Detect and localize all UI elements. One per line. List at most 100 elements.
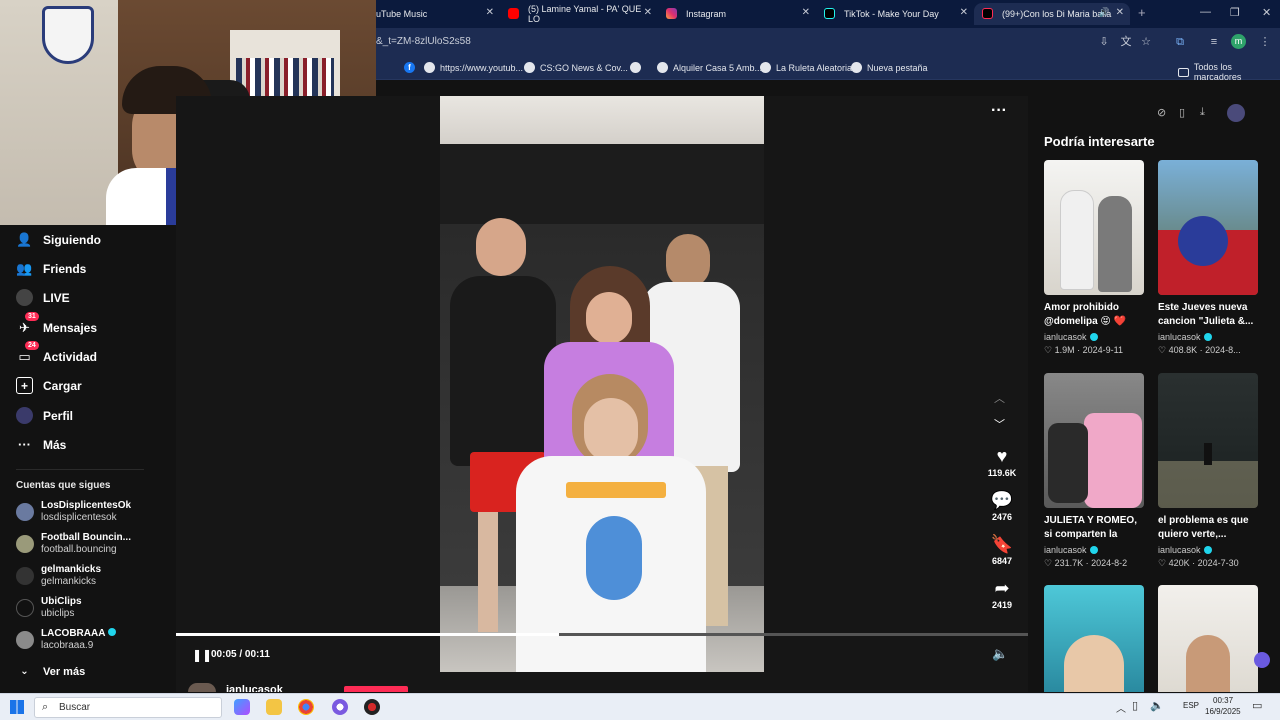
bookmark-item[interactable]: Alquiler Casa 5 Amb... <box>657 62 762 73</box>
volume-icon[interactable]: 🔈 <box>992 646 1008 662</box>
close-icon[interactable]: ✕ <box>1116 7 1124 18</box>
bookmark-item[interactable] <box>630 62 641 73</box>
nav-more[interactable]: ··· Más <box>16 436 66 453</box>
nav-messages[interactable]: ✈ 31 Mensajes <box>16 312 97 336</box>
bookmark-item[interactable]: La Ruleta Aleatoria <box>760 62 852 73</box>
chevron-down-icon: ⌄ <box>20 666 29 677</box>
author-avatar[interactable] <box>188 683 216 692</box>
media-control-icon[interactable]: ≡ <box>1208 36 1220 48</box>
video-author: ianlucasok <box>1044 332 1144 342</box>
url-text[interactable]: &_t=ZM-8zlUloS2s58 <box>376 36 471 47</box>
kebab-menu-icon[interactable]: ⋮ <box>1259 36 1271 48</box>
bookmark-icon: 🔖 <box>990 534 1014 554</box>
close-icon[interactable]: ✕ <box>644 7 652 18</box>
account-item[interactable]: UbiClips ubiclips <box>16 596 82 620</box>
file-explorer-icon[interactable] <box>266 699 282 715</box>
follow-button[interactable] <box>344 686 408 692</box>
clock-date[interactable]: 16/9/2025 <box>1205 707 1241 716</box>
verified-icon <box>1089 546 1098 554</box>
video-frame[interactable] <box>440 96 764 672</box>
time-display: 00:05 / 00:11 <box>211 649 270 660</box>
bookmark-item[interactable]: CS:GO News & Cov... <box>524 62 628 73</box>
phone-icon[interactable]: ▯ <box>1179 106 1185 119</box>
like-button[interactable]: ♥ 119.6K <box>984 446 1020 478</box>
more-options-icon[interactable]: ··· <box>991 102 1007 120</box>
all-bookmarks[interactable]: Todos los marcadores <box>1178 62 1280 82</box>
see-more-button[interactable]: ⌄ Ver más <box>16 663 85 680</box>
download-icon[interactable]: ⤓ <box>1200 106 1205 119</box>
pause-icon[interactable]: ❚❚ <box>192 648 212 662</box>
recommended-video-card[interactable]: JULIETA Y ROMEO, si comparten la sacol..… <box>1044 373 1144 569</box>
bookmark-star-icon[interactable]: ☆ <box>1140 36 1152 48</box>
progress-track[interactable] <box>176 633 1028 636</box>
account-item[interactable]: LosDisplicentesOk losdisplicentesok <box>16 500 131 524</box>
restore-icon[interactable]: ❐ <box>1230 6 1240 19</box>
account-item[interactable]: Football Bouncin... football.bouncing <box>16 532 131 556</box>
user-avatar[interactable] <box>1227 104 1245 122</box>
speaker-icon[interactable]: 🔊 <box>1099 7 1110 18</box>
recommended-video-card[interactable]: Este Jueves nueva cancion "Julieta &... … <box>1158 160 1258 356</box>
verified-icon <box>1203 333 1212 341</box>
chrome-profile-icon[interactable] <box>332 699 348 715</box>
video-thumbnail <box>1158 373 1258 508</box>
close-icon[interactable]: ✕ <box>486 7 494 18</box>
video-author: ianlucasok <box>1158 332 1258 342</box>
nav-live[interactable]: LIVE <box>16 289 70 306</box>
close-icon[interactable]: ✕ <box>960 7 968 18</box>
tab-instagram[interactable]: Instagram ✕ <box>658 3 816 25</box>
recommended-video-card[interactable] <box>1158 585 1258 692</box>
recommended-video-card[interactable]: el problema es que quiero verte,... ianl… <box>1158 373 1258 569</box>
language-indicator[interactable]: ESP <box>1183 701 1199 710</box>
speaker-tray-icon[interactable]: 🔈 <box>1150 699 1164 712</box>
taskbar-search[interactable]: ⌕ Buscar <box>34 697 222 718</box>
minimize-icon[interactable]: — <box>1200 6 1211 18</box>
verified-icon <box>107 628 116 636</box>
window-close-icon[interactable]: ✕ <box>1262 6 1271 19</box>
close-icon[interactable]: ✕ <box>802 7 810 18</box>
account-item[interactable]: LACOBRAAA lacobraaa.9 <box>16 628 116 652</box>
author-name[interactable]: ianlucasok <box>226 684 283 692</box>
chevron-down-icon[interactable]: ﹀ <box>994 416 1005 432</box>
profile-icon <box>16 407 33 424</box>
install-app-icon[interactable]: ⇩ <box>1098 36 1110 48</box>
recommended-video-card[interactable]: Amor prohibido @domelipa 😝 ❤️ ianlucasok… <box>1044 160 1144 356</box>
globe-icon <box>657 62 668 73</box>
copilot-icon[interactable] <box>234 699 250 715</box>
divider <box>16 469 144 470</box>
account-item[interactable]: gelmankicks gelmankicks <box>16 564 101 588</box>
floating-extension-icon[interactable] <box>1254 652 1270 668</box>
save-button[interactable]: 🔖 6847 <box>984 534 1020 566</box>
share-icon: ➦ <box>994 578 1010 598</box>
notification-icon[interactable]: ▭ <box>1252 699 1262 712</box>
chevron-up-icon[interactable]: ︿ <box>994 390 1005 406</box>
nav-profile[interactable]: Perfil <box>16 407 73 424</box>
tab-tiktok[interactable]: TikTok - Make Your Day ✕ <box>816 3 974 25</box>
chrome-icon[interactable] <box>298 699 314 715</box>
nav-friends[interactable]: 👥 Friends <box>16 260 86 277</box>
more-icon: ··· <box>18 437 31 452</box>
embed-icon[interactable]: ⊘ <box>1157 106 1166 119</box>
network-icon[interactable]: ▯ <box>1132 699 1138 712</box>
extensions-icon[interactable]: ⧉ <box>1174 36 1186 48</box>
new-tab-button[interactable]: + <box>1138 5 1146 20</box>
comment-button[interactable]: 💬 2476 <box>984 490 1020 522</box>
bookmark-item[interactable]: Nueva pestaña <box>851 62 928 73</box>
nav-following[interactable]: 👤 Siguiendo <box>16 231 101 248</box>
clock-time[interactable]: 00:37 <box>1213 696 1233 705</box>
windows-start-icon[interactable] <box>10 700 24 714</box>
bookmark-item[interactable]: https://www.youtub... <box>424 62 523 73</box>
tab-youtube[interactable]: (5) Lamine Yamal - PA' QUE LO ✕ <box>500 3 658 25</box>
recommended-video-card[interactable] <box>1044 585 1144 692</box>
share-button[interactable]: ➦ 2419 <box>984 578 1020 610</box>
translate-icon[interactable]: 文 <box>1120 36 1132 48</box>
nav-activity[interactable]: ▭ 24 Actividad <box>16 341 97 365</box>
left-sidebar: 👤 Siguiendo 👥 Friends LIVE ✈ 31 Mensajes … <box>0 225 176 692</box>
profile-avatar[interactable]: m <box>1231 34 1246 49</box>
avatar <box>16 599 34 617</box>
nav-upload[interactable]: + Cargar <box>16 377 82 394</box>
tray-overflow-icon[interactable]: ︿ <box>1116 700 1126 715</box>
tab-tiktok-active[interactable]: (99+)Con los Di Maria baila 🔊 ✕ <box>974 3 1130 25</box>
facebook-icon[interactable]: f <box>404 62 415 73</box>
obs-icon[interactable] <box>364 699 380 715</box>
messages-icon: ✈ 31 <box>16 312 39 336</box>
